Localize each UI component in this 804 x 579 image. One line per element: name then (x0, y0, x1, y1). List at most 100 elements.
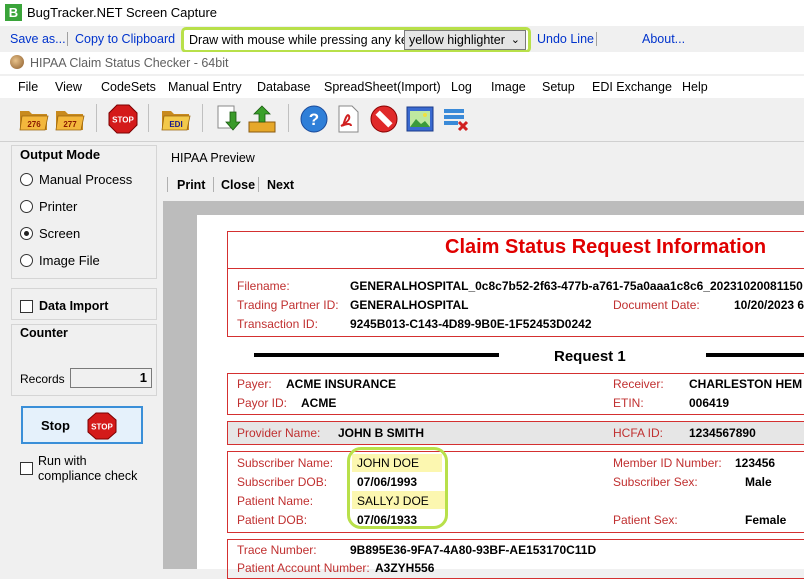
compliance-label-line1: Run with (38, 454, 87, 468)
hcfa-id-label: HCFA ID: (613, 426, 664, 440)
menu-view[interactable]: View (55, 80, 82, 94)
copy-clipboard-link[interactable]: Copy to Clipboard (75, 32, 175, 46)
records-count-field: 1 (70, 368, 152, 388)
toolbar-divider (67, 32, 68, 46)
clear-data-icon[interactable] (440, 103, 472, 135)
toolbar-divider (96, 104, 97, 132)
toolbar-divider (148, 104, 149, 132)
stop-sign-icon: STOP (87, 412, 117, 443)
menu-codesets[interactable]: CodeSets (101, 80, 156, 94)
image-viewer-icon[interactable] (404, 103, 436, 135)
save-as-link[interactable]: Save as... (10, 32, 66, 46)
menu-database[interactable]: Database (257, 80, 311, 94)
toolbar-divider (288, 104, 289, 132)
compliance-checkbox[interactable] (20, 462, 33, 475)
radio-button[interactable] (20, 253, 33, 267)
patient-account-value: A3ZYH556 (375, 561, 435, 575)
trading-partner-value: GENERALHOSPITAL (350, 298, 469, 312)
compliance-label-line2: compliance check (38, 469, 138, 483)
filename-label: Filename: (237, 279, 290, 293)
trading-partner-label: Trading Partner ID: (237, 298, 339, 312)
highlighter-select[interactable]: yellow highlighter ⌄ (404, 30, 526, 50)
member-id-label: Member ID Number: (613, 456, 722, 470)
import-down-arrow-icon[interactable] (212, 103, 244, 135)
menu-spreadsheet-import[interactable]: SpreadSheet(Import) (324, 80, 441, 94)
pdf-document-icon[interactable] (332, 103, 364, 135)
about-link[interactable]: About... (642, 32, 685, 46)
stop-sign-icon[interactable]: STOP (107, 103, 139, 135)
request-title: Request 1 (554, 348, 626, 365)
provider-name-label: Provider Name: (237, 426, 321, 440)
subscriber-sex-value: Male (745, 475, 772, 489)
provider-name-value: JOHN B SMITH (338, 426, 425, 440)
toolbar-divider (202, 104, 203, 132)
hcfa-id-value: 1234567890 (689, 426, 756, 440)
bugtracker-title-bar: B BugTracker.NET Screen Capture (0, 0, 804, 26)
open-277-folder-icon[interactable]: 277 (54, 103, 86, 135)
subscriber-name-label: Subscriber Name: (237, 456, 334, 470)
open-276-folder-icon[interactable]: 276 (18, 103, 50, 135)
etin-value: 006419 (689, 396, 730, 410)
records-label: Records (20, 372, 65, 386)
radio-button-checked[interactable] (20, 226, 33, 240)
output-mode-printer[interactable]: Printer (20, 198, 77, 214)
subscriber-dob-label: Subscriber DOB: (237, 475, 328, 489)
draw-mode-annotation: Draw with mouse while pressing any key y… (181, 27, 531, 53)
stop-button-label: Stop (41, 418, 70, 433)
bugtracker-logo-icon: B (5, 4, 22, 21)
stop-sign-text: STOP (91, 423, 113, 432)
highlight-annotation-box (347, 447, 448, 529)
output-mode-title: Output Mode (20, 147, 101, 162)
toolbar-divider (213, 177, 214, 192)
close-button[interactable]: Close (221, 178, 255, 192)
help-icon[interactable]: ? (298, 103, 330, 135)
preview-toolbar-grip (167, 177, 168, 192)
app-title: HIPAA Claim Status Checker - 64bit (30, 56, 229, 70)
stop-button[interactable]: Stop STOP (21, 406, 143, 444)
document-date-value: 10/20/2023 6 (734, 298, 804, 312)
etin-label: ETIN: (613, 396, 644, 410)
menu-help[interactable]: Help (682, 80, 708, 94)
patient-sex-label: Patient Sex: (613, 513, 678, 527)
payor-id-value: ACME (301, 396, 337, 410)
menu-setup[interactable]: Setup (542, 80, 575, 94)
chevron-down-icon: ⌄ (510, 34, 520, 46)
payor-id-label: Payor ID: (237, 396, 288, 410)
highlighter-select-value: yellow highlighter (409, 33, 505, 47)
radio-button[interactable] (20, 172, 33, 186)
toolbar-divider (596, 32, 597, 46)
menu-log[interactable]: Log (451, 80, 472, 94)
data-import-checkbox[interactable] (20, 299, 33, 313)
document-date-label: Document Date: (613, 298, 700, 312)
data-import-label: Data Import (39, 299, 109, 313)
output-mode-manual-process[interactable]: Manual Process (20, 171, 132, 187)
cancel-no-entry-icon[interactable] (368, 103, 400, 135)
radio-button[interactable] (20, 199, 33, 213)
open-edi-folder-icon[interactable]: EDI (160, 103, 192, 135)
menu-file[interactable]: File (18, 80, 38, 94)
data-import-checkbox-row[interactable]: Data Import (20, 299, 108, 313)
payer-label: Payer: (237, 377, 272, 391)
menu-edi-exchange[interactable]: EDI Exchange (592, 80, 672, 94)
output-mode-image-file[interactable]: Image File (20, 252, 100, 268)
undo-line-link[interactable]: Undo Line (537, 32, 594, 46)
transaction-id-label: Transaction ID: (237, 317, 318, 331)
filename-value: GENERALHOSPITAL_0c8c7b52-2f63-477b-a761-… (350, 279, 803, 293)
app-icon (10, 55, 24, 69)
output-mode-screen[interactable]: Screen (20, 225, 80, 241)
receiver-label: Receiver: (613, 377, 664, 391)
menu-image[interactable]: Image (491, 80, 526, 94)
print-button[interactable]: Print (177, 178, 205, 192)
receiver-value: CHARLESTON HEM (689, 377, 803, 391)
toolbar-divider (258, 177, 259, 192)
bugtracker-title: BugTracker.NET Screen Capture (27, 5, 218, 20)
trace-number-value: 9B895E36-9FA7-4A80-93BF-AE153170C11D (350, 543, 597, 557)
report-title: Claim Status Request Information (445, 236, 767, 258)
patient-sex-value: Female (745, 513, 787, 527)
menu-manual-entry[interactable]: Manual Entry (168, 80, 242, 94)
subscriber-sex-label: Subscriber Sex: (613, 475, 698, 489)
svg-text:?: ? (309, 110, 319, 129)
next-button[interactable]: Next (267, 178, 294, 192)
upload-export-icon[interactable] (246, 103, 278, 135)
trace-number-label: Trace Number: (237, 543, 317, 557)
